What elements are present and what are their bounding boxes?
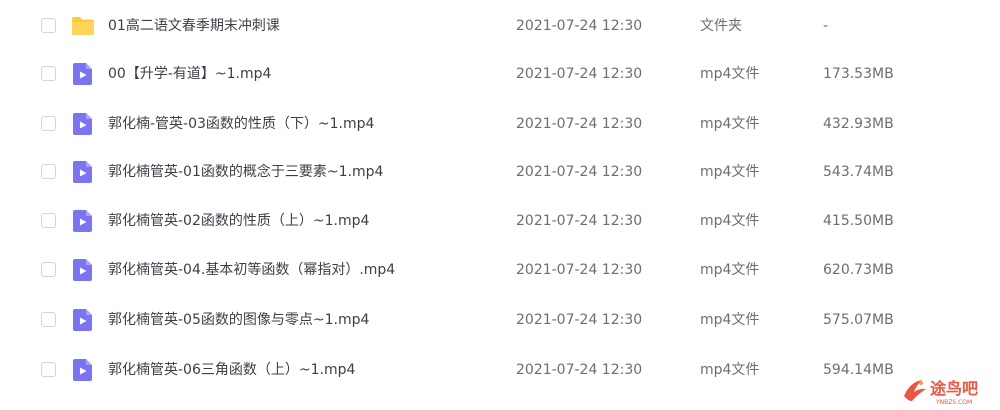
file-row-video[interactable]: 郭化楠管英-02函数的性质（上）~1.mp4 2021-07-24 12:30 … [0,197,1000,245]
file-name[interactable]: 郭化楠管英-01函数的概念于三要素~1.mp4 [108,148,383,196]
modified-date: 2021-07-24 12:30 [516,66,643,82]
file-type: 文件夹 [700,18,742,34]
video-file-icon [71,209,95,233]
file-type: mp4文件 [700,213,760,229]
file-row-video[interactable]: 郭化楠管英-06三角函数（上）~1.mp4 2021-07-24 12:30 m… [0,346,1000,394]
modified-date: 2021-07-24 12:30 [516,164,643,180]
modified-date: 2021-07-24 12:30 [516,262,643,278]
file-size: 620.73MB [823,262,894,278]
file-type: mp4文件 [700,362,760,378]
file-name[interactable]: 郭化楠管英-06三角函数（上）~1.mp4 [108,346,355,394]
file-size: 543.74MB [823,164,894,180]
file-name[interactable]: 01高二语文春季期末冲刺课 [108,2,280,50]
file-row-folder[interactable]: 01高二语文春季期末冲刺课 2021-07-24 12:30 文件夹 - [0,2,1000,50]
file-name[interactable]: 郭化楠管英-02函数的性质（上）~1.mp4 [108,197,369,245]
watermark-text: 途鸟吧 [930,379,978,398]
modified-date: 2021-07-24 12:30 [516,312,643,328]
file-name[interactable]: 郭化楠-管英-03函数的性质（下）~1.mp4 [108,100,374,148]
row-checkbox[interactable] [41,312,56,327]
modified-date: 2021-07-24 12:30 [516,18,643,34]
row-checkbox[interactable] [41,362,56,377]
modified-date: 2021-07-24 12:30 [516,213,643,229]
folder-icon [71,14,95,38]
file-size: 594.14MB [823,362,894,378]
file-type: mp4文件 [700,312,760,328]
watermark-logo: 途鸟吧 YNBZS.COM [900,374,996,406]
video-file-icon [71,112,95,136]
row-checkbox[interactable] [41,164,56,179]
watermark-url: YNBZS.COM [935,399,972,406]
modified-date: 2021-07-24 12:30 [516,362,643,378]
row-checkbox[interactable] [41,66,56,81]
file-type: mp4文件 [700,164,760,180]
file-size: 432.93MB [823,116,894,132]
file-row-video[interactable]: 郭化楠管英-04.基本初等函数（幂指对）.mp4 2021-07-24 12:3… [0,246,1000,294]
file-row-video[interactable]: 郭化楠管英-01函数的概念于三要素~1.mp4 2021-07-24 12:30… [0,148,1000,196]
file-name[interactable]: 郭化楠管英-05函数的图像与零点~1.mp4 [108,296,369,344]
file-name[interactable]: 00【升学-有道】~1.mp4 [108,50,271,98]
video-file-icon [71,258,95,282]
file-size: 415.50MB [823,213,894,229]
file-size: 173.53MB [823,66,894,82]
row-checkbox[interactable] [41,213,56,228]
file-row-video[interactable]: 郭化楠管英-05函数的图像与零点~1.mp4 2021-07-24 12:30 … [0,296,1000,344]
file-type: mp4文件 [700,262,760,278]
row-checkbox[interactable] [41,116,56,131]
file-size: 575.07MB [823,312,894,328]
file-size: - [823,18,829,34]
video-file-icon [71,62,95,86]
modified-date: 2021-07-24 12:30 [516,116,643,132]
file-browser: 01高二语文春季期末冲刺课 2021-07-24 12:30 文件夹 - 00【… [0,0,1000,410]
file-type: mp4文件 [700,66,760,82]
file-row-video[interactable]: 00【升学-有道】~1.mp4 2021-07-24 12:30 mp4文件 1… [0,50,1000,98]
row-checkbox[interactable] [41,18,56,33]
row-checkbox[interactable] [41,262,56,277]
file-name[interactable]: 郭化楠管英-04.基本初等函数（幂指对）.mp4 [108,246,395,294]
video-file-icon [71,358,95,382]
file-type: mp4文件 [700,116,760,132]
video-file-icon [71,160,95,184]
file-row-video[interactable]: 郭化楠-管英-03函数的性质（下）~1.mp4 2021-07-24 12:30… [0,100,1000,148]
video-file-icon [71,308,95,332]
